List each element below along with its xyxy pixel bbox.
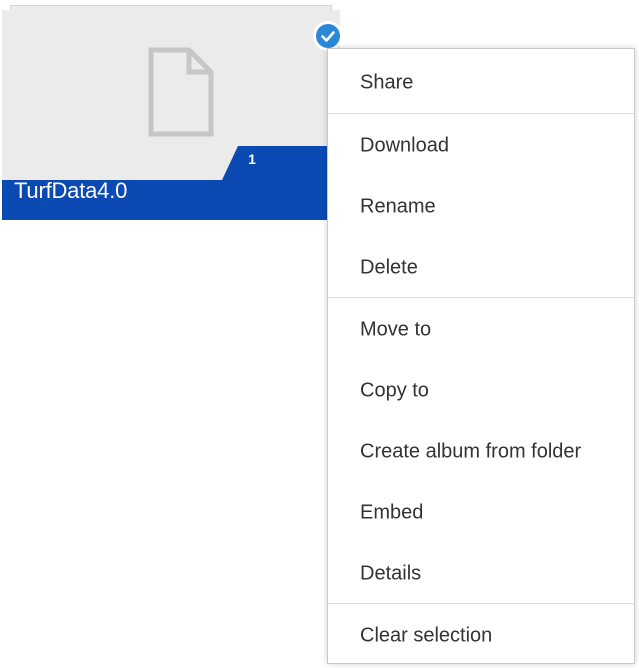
menu-divider xyxy=(328,297,634,298)
selection-checkbox[interactable] xyxy=(313,21,343,51)
menu-divider xyxy=(328,113,634,114)
menu-item-label: Move to xyxy=(360,318,432,341)
folder-tile[interactable]: 1 TurfData4.0 xyxy=(2,5,340,220)
menu-item-create-album[interactable]: Create album from folder xyxy=(328,426,634,478)
folder-name: TurfData4.0 xyxy=(14,178,128,203)
menu-item-clear-selection[interactable]: Clear selection xyxy=(328,610,634,662)
file-browser-view: 1 TurfData4.0 Share Download Rename Dele… xyxy=(0,0,639,668)
menu-item-label: Rename xyxy=(360,195,436,218)
menu-item-delete[interactable]: Delete xyxy=(328,242,634,294)
menu-item-embed[interactable]: Embed xyxy=(328,487,634,539)
menu-item-details[interactable]: Details xyxy=(328,548,634,600)
menu-divider xyxy=(328,603,634,604)
context-menu: Share Download Rename Delete Move to Cop… xyxy=(327,48,635,664)
menu-item-download[interactable]: Download xyxy=(328,120,634,172)
menu-item-label: Embed xyxy=(360,501,424,524)
file-icon xyxy=(148,47,214,137)
menu-item-label: Delete xyxy=(360,256,418,279)
menu-item-label: Copy to xyxy=(360,379,429,402)
menu-item-label: Share xyxy=(360,71,414,94)
menu-item-share[interactable]: Share xyxy=(328,57,634,109)
menu-item-copy-to[interactable]: Copy to xyxy=(328,365,634,417)
folder-item-count: 1 xyxy=(248,151,256,167)
menu-item-move-to[interactable]: Move to xyxy=(328,304,634,356)
menu-item-label: Download xyxy=(360,134,449,157)
menu-item-label: Clear selection xyxy=(360,624,493,647)
menu-item-rename[interactable]: Rename xyxy=(328,181,634,233)
menu-item-label: Details xyxy=(360,562,422,585)
menu-item-label: Create album from folder xyxy=(360,440,582,463)
checkmark-circle-icon xyxy=(316,24,340,48)
